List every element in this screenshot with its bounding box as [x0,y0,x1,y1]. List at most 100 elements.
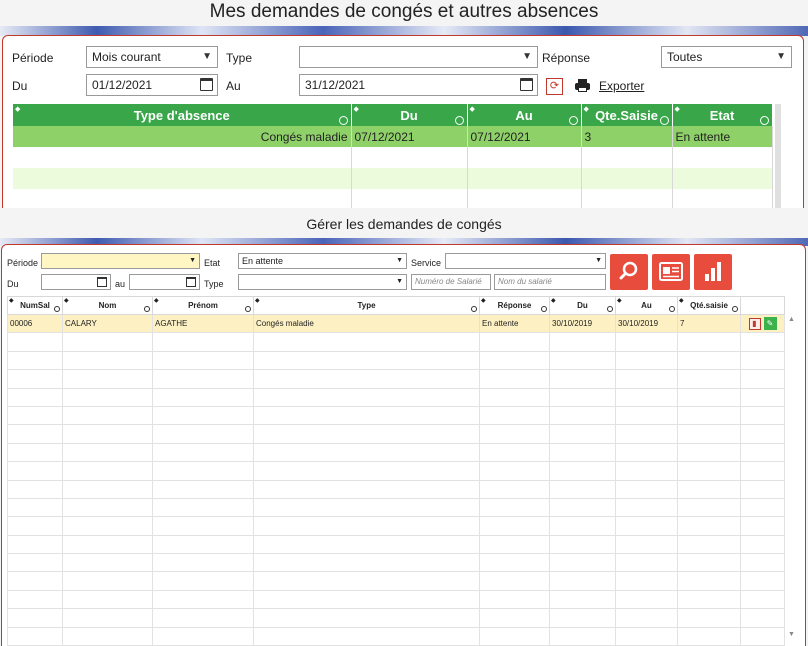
requests-management-table: ◆ NumSal ◆ Nom ◆ Prénom ◆ Type ◆ Réponse ◆ Du … [7,296,785,646]
calendar-icon[interactable] [520,78,533,91]
table-row [7,497,785,518]
table-row [13,168,773,189]
column-header-reponse[interactable]: ◆ Réponse [479,296,550,315]
table-row [7,608,785,628]
cell-au: 30/10/2019 [615,313,678,334]
table-row [7,589,785,610]
search-icon [759,116,769,125]
du-label-2: Du [7,279,19,289]
column-header-du[interactable]: ◆ Du [549,296,616,315]
refresh-icon[interactable]: ⟳ [546,78,563,95]
chevron-down-icon: ▼ [396,257,403,264]
cell-reponse: En attente [479,313,550,334]
search-button[interactable] [610,254,648,290]
sort-icon: ◆ [64,298,69,304]
type-label: Type [226,51,253,65]
type-select-2[interactable]: ▼ [238,274,407,290]
type-select[interactable]: ▼ [299,46,538,68]
cell-qte: 7 [677,313,741,334]
employee-name-input[interactable]: Nom du salarié [494,274,606,290]
table-row [7,461,785,481]
cell-etat: En attente [672,126,773,147]
au-label-2: au [115,279,126,289]
periode-select[interactable]: Mois courant ▼ [86,46,218,68]
id-card-button[interactable] [652,254,690,290]
cell-au: 07/12/2021 [467,126,582,147]
du-date-input-2[interactable] [41,274,111,290]
scroll-down-icon[interactable]: ▼ [788,631,795,638]
table-row [13,189,773,210]
bar-chart-icon [705,262,721,281]
pencil-icon[interactable]: ✎ [763,317,777,331]
periode-select-2[interactable]: ▼ [41,253,200,269]
chevron-down-icon: ▼ [202,51,212,62]
search-icon [245,306,251,312]
service-select[interactable]: ▼ [445,253,606,269]
employee-number-input[interactable]: Numéro de Salarié [411,274,491,290]
sort-icon: ◆ [15,106,21,113]
column-header-au[interactable]: ◆ Au [615,296,678,315]
column-header-actions [740,296,785,315]
column-header-numsal[interactable]: ◆ NumSal [7,296,63,315]
search-icon [338,116,348,125]
cell-prenom: AGATHE [152,313,254,334]
table-row [7,442,785,463]
scrollbar[interactable]: ▲ ▼ [787,316,795,638]
statistics-button[interactable] [694,254,732,290]
cell-du: 07/12/2021 [351,126,468,147]
search-icon [54,306,60,312]
chevron-down-icon: ▼ [776,51,786,62]
column-header-etat[interactable]: ◆ Etat [672,104,773,126]
sort-icon: ◆ [353,106,359,113]
scrollbar[interactable] [775,104,781,208]
calendar-icon[interactable] [186,277,196,287]
table-row[interactable]: 00006 CALARY AGATHE Congés maladie En at… [7,313,785,334]
service-label: Service [411,258,442,268]
cell-actions: ▮ ✎ [740,313,785,334]
table-row [7,332,785,352]
column-header-type-absence[interactable]: ◆ Type d'absence [13,104,352,126]
cell-type: Congés maladie [13,126,352,147]
periode-label: Période [12,51,54,65]
au-label: Au [226,79,241,93]
column-header-au[interactable]: ◆ Au [467,104,582,126]
column-header-qte[interactable]: ◆ Qte.Saisie [581,104,673,126]
column-header-type[interactable]: ◆ Type [253,296,480,315]
column-header-du[interactable]: ◆ Du [351,104,468,126]
reponse-select[interactable]: Toutes ▼ [661,46,792,68]
calendar-icon[interactable] [200,78,213,91]
cell-nom: CALARY [62,313,153,334]
table-row [7,626,785,646]
trash-icon[interactable]: ▮ [748,317,761,330]
table-row [7,387,785,407]
table-row [7,405,785,426]
search-icon [659,116,669,125]
calendar-icon[interactable] [97,277,107,287]
au-date-input-2[interactable] [129,274,200,290]
printer-icon[interactable] [575,79,590,92]
column-header-prenom[interactable]: ◆ Prénom [152,296,254,315]
table-row [7,516,785,536]
search-icon [471,306,477,312]
scroll-up-icon[interactable]: ▲ [788,316,795,323]
periode-label-2: Période [7,258,39,268]
sort-icon: ◆ [154,298,159,304]
sort-icon: ◆ [255,298,260,304]
chevron-down-icon: ▼ [522,51,532,62]
du-date-input[interactable]: 01/12/2021 [86,74,218,96]
etat-value: En attente [242,256,284,266]
sort-icon: ◆ [679,298,684,304]
column-header-qte[interactable]: ◆ Qté.saisie [677,296,741,315]
search-icon [454,116,464,125]
du-label: Du [12,79,28,93]
export-link[interactable]: Exporter [599,79,644,93]
search-icon [144,306,150,312]
etat-select[interactable]: En attente ▼ [238,253,407,269]
au-date-value: 31/12/2021 [305,78,366,92]
table-row [13,147,773,168]
search-icon [732,306,738,312]
au-date-input[interactable]: 31/12/2021 [299,74,538,96]
column-header-nom[interactable]: ◆ Nom [62,296,153,315]
chevron-down-icon: ▼ [595,257,602,264]
table-row[interactable]: Congés maladie 07/12/2021 07/12/2021 3 E… [13,126,773,147]
